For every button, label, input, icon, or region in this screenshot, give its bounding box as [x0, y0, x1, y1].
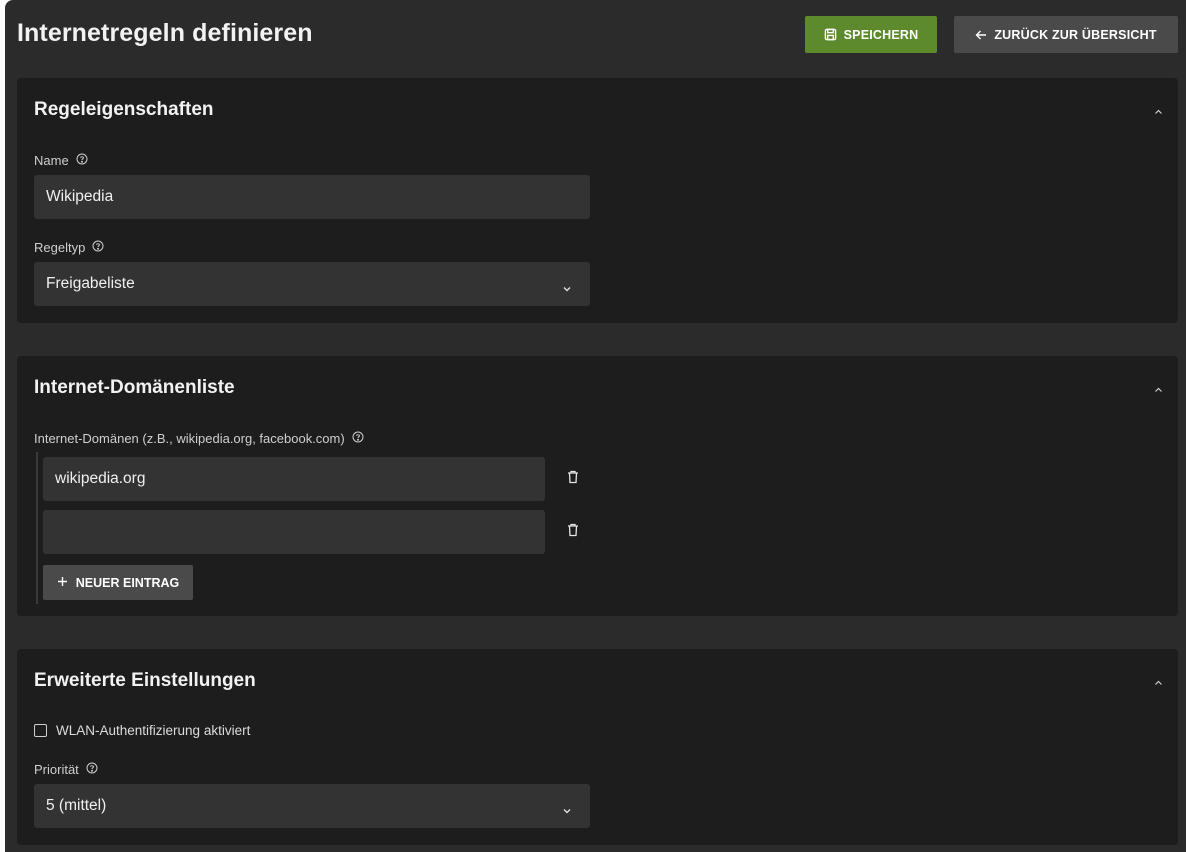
wlan-auth-checkbox[interactable]	[34, 724, 47, 737]
back-button-label: ZURÜCK ZUR ÜBERSICHT	[994, 27, 1157, 42]
rule-properties-title: Regeleigenschaften	[34, 99, 214, 120]
chevron-down-icon	[562, 279, 572, 297]
wlan-auth-label: WLAN-Authentifizierung aktiviert	[56, 723, 251, 738]
priority-value: 5 (mittel)	[46, 797, 107, 814]
chevron-up-icon	[1154, 673, 1163, 691]
question-circle-icon[interactable]	[92, 240, 104, 255]
plus-icon	[57, 576, 68, 590]
page-header: Internetregeln definieren SPEICHERN ZURÜ…	[5, 0, 1186, 72]
arrow-left-icon	[975, 29, 987, 41]
rule-type-label: Regeltyp	[34, 240, 104, 255]
add-entry-button[interactable]: NEUER EINTRAG	[43, 565, 193, 600]
question-circle-icon[interactable]	[76, 153, 88, 168]
trash-icon	[567, 523, 579, 542]
save-button-label: SPEICHERN	[843, 27, 919, 42]
trash-icon	[567, 470, 579, 489]
collapse-rule-properties-button[interactable]	[1152, 105, 1164, 117]
save-button[interactable]: SPEICHERN	[805, 16, 937, 53]
advanced-settings-title: Erweiterte Einstellungen	[34, 670, 256, 691]
name-label: Name	[34, 153, 88, 168]
domain-entry-input[interactable]	[43, 510, 545, 554]
chevron-up-icon	[1154, 102, 1163, 120]
delete-entry-button[interactable]	[565, 470, 581, 489]
page-title: Internetregeln definieren	[17, 19, 313, 47]
domain-entry-input[interactable]: wikipedia.org	[43, 457, 545, 501]
name-input[interactable]: Wikipedia	[34, 175, 590, 219]
delete-entry-button[interactable]	[565, 523, 581, 542]
domains-label: Internet-Domänen (z.B., wikipedia.org, f…	[34, 431, 364, 446]
back-to-overview-button[interactable]: ZURÜCK ZUR ÜBERSICHT	[954, 16, 1178, 53]
collapse-advanced-settings-button[interactable]	[1152, 676, 1164, 688]
chevron-up-icon	[1154, 380, 1163, 398]
question-circle-icon[interactable]	[86, 762, 98, 777]
domain-list-card: Internet-Domänenliste Internet-Domänen (…	[17, 356, 1178, 616]
rule-type-value: Freigabeliste	[46, 275, 135, 292]
floppy-disk-icon	[824, 28, 837, 41]
app-window: Internetregeln definieren SPEICHERN ZURÜ…	[5, 0, 1186, 852]
question-circle-icon[interactable]	[352, 431, 364, 446]
priority-select[interactable]: 5 (mittel)	[34, 784, 590, 828]
rule-properties-card: Regeleigenschaften Name Wikipedia Regelt…	[17, 78, 1178, 323]
domain-list-title: Internet-Domänenliste	[34, 377, 235, 398]
rule-type-select[interactable]: Freigabeliste	[34, 262, 590, 306]
add-entry-label: NEUER EINTRAG	[75, 575, 180, 590]
priority-label: Priorität	[34, 762, 98, 777]
wlan-auth-row[interactable]: WLAN-Authentifizierung aktiviert	[34, 723, 250, 738]
domain-list-indent-bar	[36, 452, 38, 604]
chevron-down-icon	[562, 801, 572, 819]
advanced-settings-card: Erweiterte Einstellungen WLAN-Authentifi…	[17, 649, 1178, 845]
collapse-domain-list-button[interactable]	[1152, 383, 1164, 395]
